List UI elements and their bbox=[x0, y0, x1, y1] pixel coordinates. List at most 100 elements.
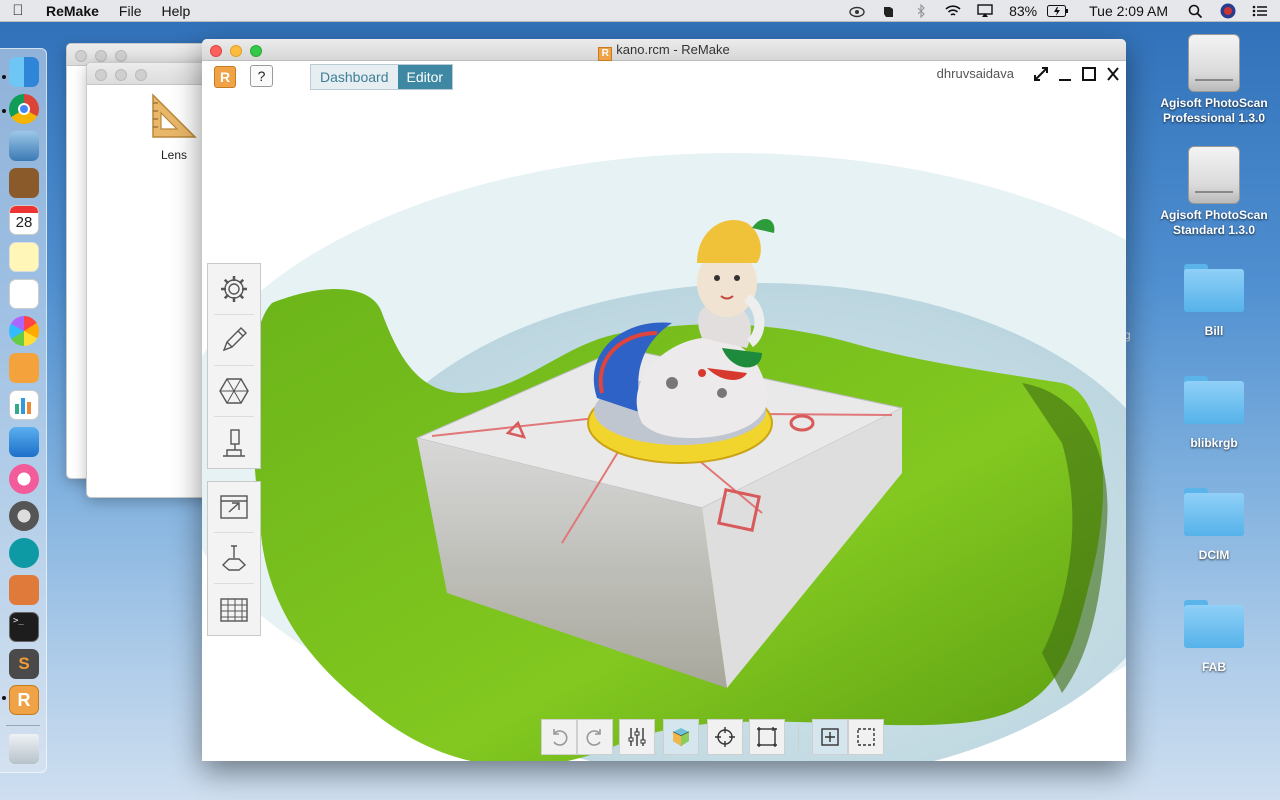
select-box-button[interactable] bbox=[812, 719, 848, 755]
desktop-folder-blibkrgb[interactable]: blibkrgb bbox=[1144, 376, 1280, 451]
window-zoom-button[interactable] bbox=[135, 69, 147, 81]
shading-group bbox=[663, 719, 699, 755]
numbers-icon[interactable] bbox=[9, 390, 39, 420]
undo-icon bbox=[553, 729, 568, 746]
finder-icon[interactable] bbox=[9, 57, 39, 87]
menu-help[interactable]: Help bbox=[151, 3, 200, 19]
airplay-icon[interactable] bbox=[977, 3, 993, 18]
desktop-item-agisoft-std[interactable]: Agisoft PhotoScan Standard 1.3.0 bbox=[1144, 146, 1280, 238]
folder-icon bbox=[1184, 600, 1244, 648]
undo-button[interactable] bbox=[541, 719, 577, 755]
username[interactable]: dhruvsaidava bbox=[937, 66, 1014, 81]
user-avatar-icon[interactable] bbox=[1220, 3, 1236, 19]
wifi-icon[interactable] bbox=[945, 4, 961, 18]
preview-icon[interactable] bbox=[9, 131, 39, 161]
app-store-icon[interactable] bbox=[9, 575, 39, 605]
redo-button[interactable] bbox=[577, 719, 613, 755]
mesh-tool[interactable] bbox=[214, 366, 254, 417]
help-button[interactable]: ? bbox=[250, 65, 273, 87]
battery-icon[interactable] bbox=[1047, 4, 1069, 17]
terminal-icon[interactable]: >_ bbox=[9, 612, 39, 642]
notification-center-icon[interactable] bbox=[1252, 4, 1268, 18]
edit-tool[interactable] bbox=[214, 315, 254, 366]
window-minimize-button[interactable] bbox=[95, 50, 107, 62]
pencil-icon bbox=[222, 327, 247, 352]
itunes-icon[interactable] bbox=[9, 464, 39, 494]
window-close-button[interactable] bbox=[95, 69, 107, 81]
battery-percent: 83% bbox=[1009, 2, 1038, 19]
finder-item-lens[interactable]: Lens bbox=[139, 93, 209, 162]
desktop-item-label: FAB bbox=[1202, 660, 1226, 674]
trash-icon[interactable] bbox=[9, 734, 39, 764]
reminders-icon[interactable] bbox=[9, 279, 39, 309]
desktop-folder-bill[interactable]: Bill bbox=[1144, 264, 1280, 339]
analyze-icon bbox=[223, 428, 245, 457]
remake-logo-button[interactable]: R bbox=[214, 66, 236, 88]
menu-app-name[interactable]: ReMake bbox=[36, 3, 109, 19]
close-icon[interactable] bbox=[1104, 66, 1122, 87]
fullscreen-icon[interactable] bbox=[1032, 66, 1050, 87]
finder-window-lens[interactable]: Lens bbox=[86, 62, 216, 498]
grid-tool[interactable] bbox=[214, 584, 254, 635]
window-close-button[interactable] bbox=[210, 45, 222, 57]
notes-icon[interactable] bbox=[9, 242, 39, 272]
select-box-icon bbox=[821, 728, 839, 746]
desktop-item-label: Bill bbox=[1204, 324, 1224, 338]
window-titlebar[interactable]: Rkano.rcm - ReMake bbox=[202, 39, 1126, 61]
tab-editor[interactable]: Editor bbox=[397, 65, 453, 89]
sublime-icon[interactable]: S bbox=[9, 649, 39, 679]
settings-tool[interactable] bbox=[214, 264, 254, 315]
system-preferences-icon[interactable] bbox=[9, 501, 39, 531]
target-button[interactable] bbox=[707, 719, 743, 755]
redo-icon bbox=[586, 729, 601, 746]
shading-button[interactable] bbox=[663, 719, 699, 755]
window-zoom-button[interactable] bbox=[115, 50, 127, 62]
export-icon bbox=[220, 495, 248, 519]
sliders-icon bbox=[628, 728, 646, 746]
menu-bar:  ReMake File Help 83% Tue 2:09 AM bbox=[0, 0, 1280, 22]
clock[interactable]: Tue 2:09 AM bbox=[1089, 3, 1168, 19]
keynote-icon[interactable] bbox=[9, 427, 39, 457]
folder-icon bbox=[1184, 376, 1244, 424]
tab-dashboard[interactable]: Dashboard bbox=[311, 65, 398, 89]
window-minimize-button[interactable] bbox=[115, 69, 127, 81]
target-group bbox=[707, 719, 743, 755]
remake-window[interactable]: Rkano.rcm - ReMake R ? Dashboard Editor … bbox=[202, 39, 1126, 761]
minimize-icon[interactable] bbox=[1056, 66, 1074, 87]
desktop-folder-dcim[interactable]: DCIM bbox=[1144, 488, 1280, 563]
dock: 28 >_ S R bbox=[0, 48, 47, 773]
desktop-item-agisoft-pro[interactable]: Agisoft PhotoScan Professional 1.3.0 bbox=[1144, 34, 1280, 126]
frame-button[interactable] bbox=[749, 719, 785, 755]
export-tool[interactable] bbox=[214, 482, 254, 533]
contacts-icon[interactable] bbox=[9, 168, 39, 198]
spotlight-search-icon[interactable] bbox=[1188, 4, 1204, 18]
desktop-item-label: Agisoft PhotoScan Professional 1.3.0 bbox=[1160, 96, 1268, 125]
evernote-icon[interactable] bbox=[881, 4, 897, 18]
photos-icon[interactable] bbox=[9, 316, 39, 346]
print-tool[interactable] bbox=[214, 533, 254, 584]
pages-icon[interactable] bbox=[9, 353, 39, 383]
cloud-status-icon[interactable] bbox=[849, 4, 865, 18]
shading-cube-icon bbox=[672, 728, 690, 746]
left-toolbar-primary bbox=[207, 263, 261, 469]
history-group bbox=[541, 719, 613, 755]
maximize-icon[interactable] bbox=[1080, 66, 1098, 87]
document-icon: R bbox=[598, 47, 613, 61]
menu-file[interactable]: File bbox=[109, 3, 152, 19]
desktop-folder-fab[interactable]: FAB bbox=[1144, 600, 1280, 675]
window-minimize-button[interactable] bbox=[230, 45, 242, 57]
analyze-tool[interactable] bbox=[214, 417, 254, 468]
adjust-button[interactable] bbox=[619, 719, 655, 755]
model-render[interactable] bbox=[202, 93, 1126, 761]
apple-menu-icon[interactable]:  bbox=[0, 2, 36, 19]
finder-titlebar[interactable] bbox=[87, 63, 215, 85]
chrome-icon[interactable] bbox=[9, 94, 39, 124]
window-close-button[interactable] bbox=[75, 50, 87, 62]
calendar-icon[interactable]: 28 bbox=[9, 205, 39, 235]
3d-viewport[interactable] bbox=[202, 93, 1126, 761]
deselect-box-button[interactable] bbox=[848, 719, 884, 755]
window-zoom-button[interactable] bbox=[250, 45, 262, 57]
remake-icon[interactable]: R bbox=[9, 685, 39, 715]
arduino-icon[interactable] bbox=[9, 538, 39, 568]
bluetooth-icon[interactable] bbox=[913, 3, 929, 18]
